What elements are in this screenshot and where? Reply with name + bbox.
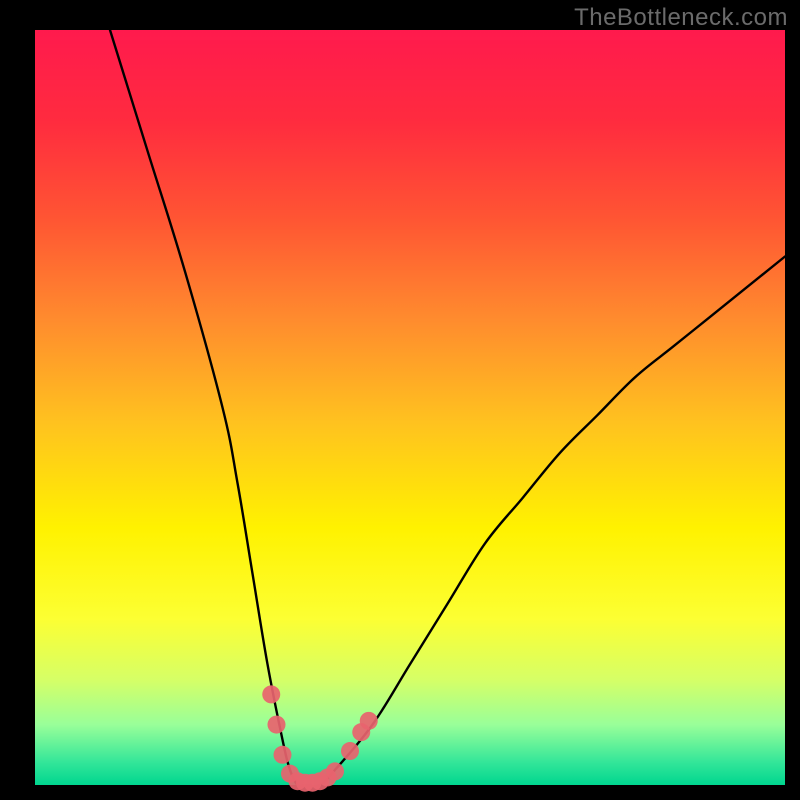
curve-marker [341, 742, 359, 760]
chart-frame: TheBottleneck.com [0, 0, 800, 800]
curve-marker [274, 746, 292, 764]
curve-marker [360, 712, 378, 730]
curve-marker [326, 762, 344, 780]
bottleneck-chart [0, 0, 800, 800]
curve-marker [268, 716, 286, 734]
watermark-text: TheBottleneck.com [574, 4, 788, 32]
curve-marker [262, 685, 280, 703]
gradient-background [35, 30, 785, 785]
